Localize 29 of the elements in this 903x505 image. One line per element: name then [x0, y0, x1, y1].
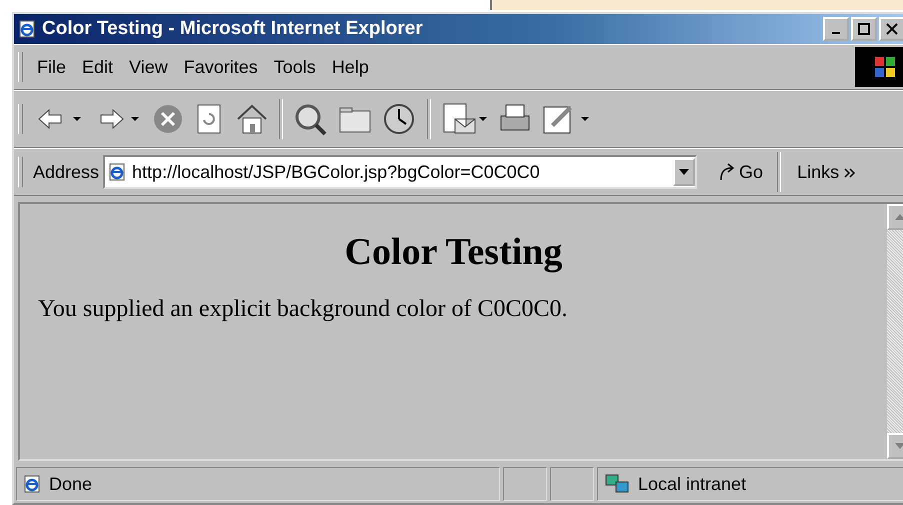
- page-heading: Color Testing: [344, 230, 564, 274]
- address-label: Address: [33, 162, 100, 182]
- page-icon: [23, 475, 41, 493]
- window-title: Color Testing - Microsoft Internet Explorer: [42, 18, 424, 40]
- windows-logo-icon: [855, 47, 903, 87]
- network-icon: [604, 473, 630, 495]
- maximize-icon: [858, 23, 870, 35]
- minimize-icon: [832, 32, 840, 34]
- page-icon: [108, 163, 126, 181]
- zone-text: Local intranet: [638, 474, 746, 494]
- minimize-button[interactable]: [823, 17, 849, 41]
- status-pane: [550, 467, 594, 501]
- menu-item[interactable]: File: [29, 52, 74, 82]
- menu-item[interactable]: Edit: [74, 52, 122, 82]
- chevron-icon: [844, 168, 856, 178]
- status-pane: [503, 467, 547, 501]
- links-button[interactable]: Links: [789, 162, 856, 182]
- menu-item[interactable]: View: [121, 52, 176, 82]
- close-icon: [886, 23, 898, 35]
- menu-item[interactable]: Help: [324, 52, 377, 82]
- menu-item[interactable]: Favorites: [176, 52, 266, 82]
- close-button[interactable]: [879, 17, 903, 41]
- menu-item[interactable]: Tools: [266, 52, 324, 82]
- page-text: You supplied an explicit background color of C0C0C0.: [38, 296, 569, 323]
- address-field[interactable]: http://localhost/JSP/BGColor.jsp?bgColor=C0C0C0: [103, 155, 698, 189]
- maximize-button[interactable]: [851, 17, 877, 41]
- ie-icon: [18, 20, 36, 38]
- status-text: Done: [49, 474, 92, 494]
- go-button[interactable]: Go: [711, 160, 770, 184]
